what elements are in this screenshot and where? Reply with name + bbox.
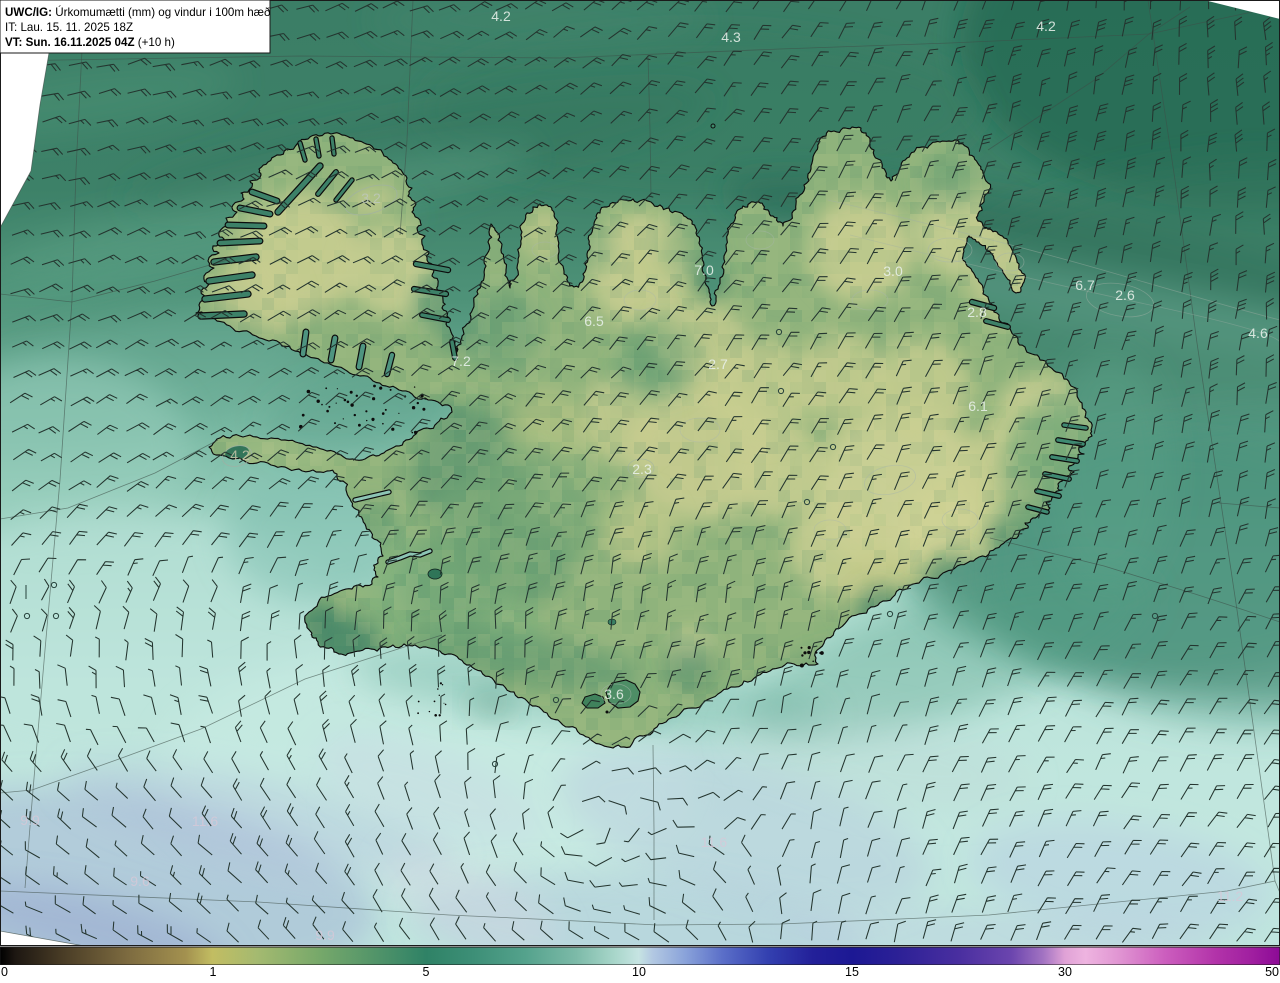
svg-text:5: 5	[423, 965, 430, 978]
svg-text:UWC/IG: Úrkomumætti (mm) og vi: UWC/IG: Úrkomumætti (mm) og vindur i 100…	[5, 6, 271, 19]
svg-text:3.0: 3.0	[883, 263, 903, 279]
svg-text:4.2: 4.2	[491, 8, 511, 24]
svg-text:9.9: 9.9	[20, 812, 40, 828]
svg-text:0: 0	[1, 965, 8, 978]
svg-text:11.6: 11.6	[701, 834, 727, 850]
svg-text:VT: Sun. 16.11.2025 04Z (+10 h: VT: Sun. 16.11.2025 04Z (+10 h)	[5, 36, 175, 49]
svg-text:4.2: 4.2	[1036, 18, 1056, 34]
svg-text:3.6: 3.6	[604, 686, 624, 702]
svg-text:1: 1	[210, 965, 217, 978]
svg-text:6.5: 6.5	[584, 313, 604, 329]
svg-text:11.2: 11.2	[1217, 888, 1243, 904]
svg-text:7.2: 7.2	[451, 353, 471, 369]
svg-text:9.9: 9.9	[315, 927, 335, 943]
svg-text:15: 15	[845, 965, 859, 978]
svg-text:30: 30	[1058, 965, 1072, 978]
svg-text:6.1: 6.1	[968, 398, 988, 414]
svg-text:4.2: 4.2	[230, 447, 250, 463]
svg-text:4.6: 4.6	[1248, 325, 1268, 341]
svg-text:50: 50	[1265, 965, 1279, 978]
svg-text:2.3: 2.3	[632, 461, 652, 477]
svg-text:2.8: 2.8	[967, 304, 987, 320]
svg-text:11.6: 11.6	[192, 813, 218, 829]
svg-text:6.7: 6.7	[1075, 277, 1095, 293]
svg-text:3.2: 3.2	[361, 190, 381, 206]
svg-text:2.6: 2.6	[1115, 287, 1135, 303]
svg-text:2.7: 2.7	[708, 356, 728, 372]
svg-text:4.3: 4.3	[721, 29, 741, 45]
svg-text:7.0: 7.0	[694, 262, 714, 278]
svg-text:10: 10	[632, 965, 646, 978]
svg-text:9.6: 9.6	[130, 873, 150, 889]
svg-text:IT: Lau. 15. 11. 2025 18Z: IT: Lau. 15. 11. 2025 18Z	[5, 21, 133, 34]
